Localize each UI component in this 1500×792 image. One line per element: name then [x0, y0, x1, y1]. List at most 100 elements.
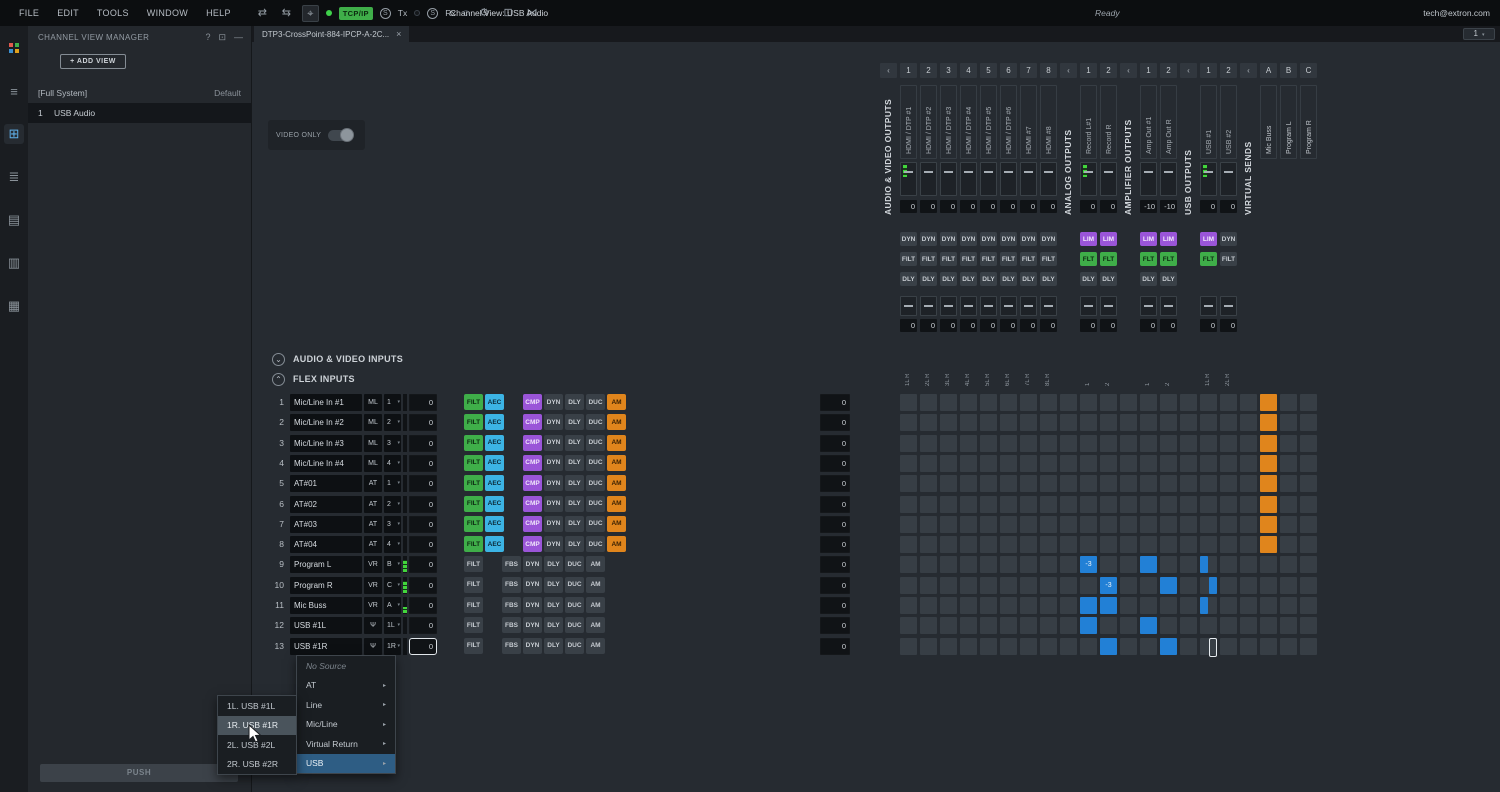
input-name-field[interactable]: USB #1R [290, 638, 362, 655]
matrix-cell[interactable] [980, 516, 997, 533]
output-column-number[interactable]: A [1260, 63, 1277, 78]
input-type-badge[interactable]: VR [364, 577, 382, 594]
matrix-cell[interactable] [1300, 516, 1317, 533]
matrix-cell[interactable] [920, 496, 937, 513]
matrix-tie[interactable] [1140, 617, 1157, 634]
input-block-filt[interactable]: FILT [464, 455, 483, 471]
output-gain-value[interactable]: -10 [1140, 200, 1157, 213]
output-gain-value[interactable]: 0 [1100, 200, 1117, 213]
input-block-duc[interactable]: DUC [565, 597, 584, 613]
matrix-tie[interactable] [1160, 577, 1177, 594]
input-block-fbs[interactable]: FBS [502, 638, 521, 654]
output-block-dly[interactable]: DLY [1160, 272, 1177, 286]
output-fader[interactable] [1140, 162, 1157, 196]
output-column-number[interactable]: 7 [1020, 63, 1037, 78]
matrix-cell[interactable] [1100, 536, 1117, 553]
input-block-filt[interactable]: FILT [464, 597, 483, 613]
input-block-cmp[interactable]: CMP [523, 394, 542, 410]
matrix-cell[interactable] [1100, 435, 1117, 452]
matrix-cell[interactable] [1000, 617, 1017, 634]
matrix-cell[interactable] [1120, 536, 1137, 553]
matrix-cell[interactable] [980, 414, 997, 431]
matrix-cell[interactable] [1120, 638, 1137, 655]
matrix-cell[interactable] [920, 597, 937, 614]
column-group-collapse-button[interactable]: ‹ [1060, 63, 1077, 78]
input-channel-select[interactable]: 1 [384, 394, 401, 411]
matrix-cell[interactable] [1020, 455, 1037, 472]
output-block-dly[interactable]: DLY [1080, 272, 1097, 286]
output-fader[interactable] [980, 162, 997, 196]
matrix-cell[interactable] [1300, 577, 1317, 594]
output-column-number[interactable]: 8 [1040, 63, 1057, 78]
output-column-number[interactable]: 2 [1160, 63, 1177, 78]
output-block-filt[interactable]: FILT [980, 252, 997, 266]
matrix-cell[interactable] [960, 577, 977, 594]
matrix-cell[interactable] [1160, 394, 1177, 411]
input-block-duc[interactable]: DUC [565, 617, 584, 633]
matrix-cell[interactable] [1260, 638, 1277, 655]
input-block-am[interactable]: AM [607, 516, 626, 532]
matrix-cell[interactable] [900, 516, 917, 533]
matrix-cell[interactable] [980, 536, 997, 553]
output-block-dly[interactable]: DLY [900, 272, 917, 286]
input-gain-value[interactable]: 0 [409, 536, 437, 553]
matrix-cell[interactable] [980, 455, 997, 472]
output-column-number[interactable]: 6 [1000, 63, 1017, 78]
matrix-cell[interactable] [1060, 536, 1077, 553]
output-block-dyn[interactable]: DYN [900, 232, 917, 246]
output-block-filt[interactable]: FILT [1020, 252, 1037, 266]
input-name-field[interactable]: AT#01 [290, 475, 362, 492]
output-block-lim[interactable]: LIM [1080, 232, 1097, 246]
matrix-cell[interactable] [900, 577, 917, 594]
matrix-cell[interactable] [960, 475, 977, 492]
output-fader[interactable] [920, 162, 937, 196]
output-column-number[interactable]: B [1280, 63, 1297, 78]
matrix-cell[interactable] [1140, 435, 1157, 452]
input-matrix-gain[interactable]: 0 [820, 536, 850, 553]
matrix-cell[interactable] [1240, 617, 1257, 634]
column-group-collapse-button[interactable]: ‹ [880, 63, 897, 78]
output-mix-gain[interactable]: 0 [1020, 319, 1037, 332]
output-block-filt[interactable]: FILT [900, 252, 917, 266]
input-block-dyn[interactable]: DYN [523, 617, 542, 633]
output-block-dyn[interactable]: DYN [960, 232, 977, 246]
output-mix-fader[interactable] [920, 296, 937, 316]
input-matrix-gain[interactable]: 0 [820, 516, 850, 533]
matrix-cell[interactable] [1120, 617, 1137, 634]
matrix-cell[interactable] [1100, 414, 1117, 431]
matrix-cell[interactable] [1280, 516, 1297, 533]
column-group-collapse-button[interactable]: ‹ [1240, 63, 1257, 78]
matrix-cell[interactable] [1300, 475, 1317, 492]
matrix-cell[interactable] [940, 414, 957, 431]
output-column-number[interactable]: 2 [920, 63, 937, 78]
matrix-cell[interactable] [960, 394, 977, 411]
matrix-cell[interactable] [940, 597, 957, 614]
input-block-dly[interactable]: DLY [565, 394, 584, 410]
matrix-cell[interactable] [1160, 516, 1177, 533]
matrix-cell[interactable] [1300, 435, 1317, 452]
input-block-am[interactable]: AM [607, 455, 626, 471]
matrix-cell[interactable] [960, 455, 977, 472]
matrix-cell[interactable] [1240, 536, 1257, 553]
input-block-aec[interactable]: AEC [485, 414, 504, 430]
matrix-cell[interactable] [1080, 394, 1097, 411]
input-block-dyn[interactable]: DYN [544, 496, 563, 512]
output-block-lim[interactable]: LIM [1140, 232, 1157, 246]
matrix-cell[interactable] [1280, 638, 1297, 655]
input-matrix-gain[interactable]: 0 [820, 496, 850, 513]
input-block-dyn[interactable]: DYN [544, 516, 563, 532]
matrix-cell[interactable] [1040, 496, 1057, 513]
input-gain-value[interactable]: 0 [409, 577, 437, 594]
input-matrix-gain[interactable]: 0 [820, 597, 850, 614]
output-block-dly[interactable]: DLY [1040, 272, 1057, 286]
matrix-cell[interactable] [900, 455, 917, 472]
matrix-cell[interactable] [960, 556, 977, 573]
input-block-aec[interactable]: AEC [485, 475, 504, 491]
matrix-cell[interactable] [1080, 414, 1097, 431]
input-block-dly[interactable]: DLY [565, 455, 584, 471]
input-block-duc[interactable]: DUC [586, 496, 605, 512]
input-block-aec[interactable]: AEC [485, 516, 504, 532]
output-mix-fader[interactable] [980, 296, 997, 316]
matrix-cell[interactable] [940, 435, 957, 452]
matrix-cell[interactable] [900, 435, 917, 452]
